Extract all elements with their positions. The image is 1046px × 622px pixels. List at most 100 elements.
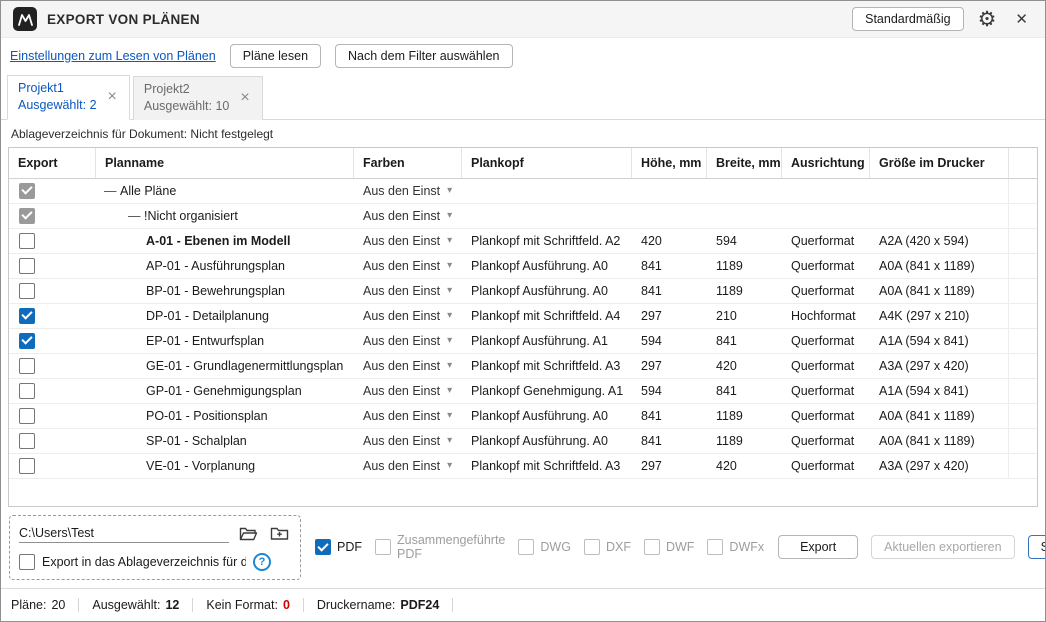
chevron-down-icon: ▾ (447, 410, 452, 421)
column-header[interactable]: Breite, mm (707, 148, 782, 178)
tree-collapse-icon[interactable]: — (104, 184, 120, 198)
export-checkbox[interactable] (19, 358, 35, 374)
export-checkbox[interactable] (19, 458, 35, 474)
close-button[interactable]: Schließen (1028, 535, 1046, 559)
colors-dropdown[interactable]: Aus den Einst▾ (354, 329, 462, 353)
colors-dropdown[interactable]: Aus den Einst▾ (354, 279, 462, 303)
format-checkbox-zusammengef-hrte-pdf[interactable]: Zusammengeführte PDF (375, 533, 505, 561)
export-current-button[interactable]: Aktuellen exportieren (871, 535, 1014, 559)
export-checkbox[interactable] (19, 308, 35, 324)
status-bar: Pläne:20Ausgewählt:12Kein Format:0Drucke… (1, 588, 1045, 621)
tree-collapse-icon[interactable]: — (128, 209, 144, 223)
width-cell (707, 204, 782, 228)
column-header[interactable]: Planname (96, 148, 354, 178)
width-cell: 841 (707, 329, 782, 353)
default-settings-button[interactable]: Standardmäßig (852, 7, 963, 31)
format-checkbox-dwf[interactable]: DWF (644, 539, 694, 555)
checkbox-icon (707, 539, 723, 555)
plan-name-cell: GP-01 - Genehmigungsplan (96, 379, 354, 403)
export-checkbox[interactable] (19, 383, 35, 399)
colors-dropdown[interactable]: Aus den Einst▾ (354, 304, 462, 328)
read-settings-link[interactable]: Einstellungen zum Lesen von Plänen (10, 49, 216, 63)
table-row[interactable]: PO-01 - Positionsplan Aus den Einst▾Plank… (9, 404, 1037, 429)
height-cell (632, 204, 707, 228)
app-logo-icon (13, 7, 37, 31)
new-folder-icon[interactable] (268, 524, 291, 544)
column-header[interactable]: Höhe, mm (632, 148, 707, 178)
table-row[interactable]: BP-01 - BewehrungsplanAus den Einst▾Plan… (9, 279, 1037, 304)
colors-dropdown[interactable]: Aus den Einst▾ (354, 354, 462, 378)
close-window-icon[interactable]: ✕ (1010, 8, 1033, 30)
table-row[interactable]: GP-01 - GenehmigungsplanAus den Einst▾Pl… (9, 379, 1037, 404)
table-row[interactable]: VE-01 - VorplanungAus den Einst▾Plankopf… (9, 454, 1037, 479)
width-cell (707, 179, 782, 203)
format-checkbox-dwfx[interactable]: DWFx (707, 539, 764, 555)
export-checkbox[interactable] (19, 433, 35, 449)
colors-dropdown[interactable]: Aus den Einst▾ (354, 404, 462, 428)
export-checkbox[interactable] (19, 233, 35, 249)
colors-value: Aus den Einst (363, 184, 440, 198)
table-row[interactable]: AP-01 - AusführungsplanAus den Einst▾Pla… (9, 254, 1037, 279)
column-header[interactable]: Export (9, 148, 96, 178)
plan-name: Alle Pläne (120, 184, 176, 198)
tab-title: Projekt2 (144, 81, 229, 98)
table-row[interactable]: —Alle Pläne Aus den Einst▾ (9, 179, 1037, 204)
format-checkbox-dxf[interactable]: DXF (584, 539, 631, 555)
column-header[interactable]: Farben (354, 148, 462, 178)
export-checkbox[interactable] (19, 333, 35, 349)
format-checkbox-pdf[interactable]: PDF (315, 539, 362, 555)
colors-dropdown[interactable]: Aus den Einst▾ (354, 254, 462, 278)
tab-strip: Projekt1Ausgewählt: 2×Projekt2Ausgewählt… (1, 75, 1045, 120)
height-cell: 841 (632, 254, 707, 278)
format-label: DXF (606, 540, 631, 554)
printer-size-cell: A4K (297 x 210) (870, 304, 1009, 328)
gear-icon[interactable]: ⚙ (978, 9, 997, 30)
colors-dropdown[interactable]: Aus den Einst▾ (354, 379, 462, 403)
column-header[interactable]: Ausrichtung (782, 148, 870, 178)
printer-size-cell: A1A (594 x 841) (870, 379, 1009, 403)
format-checkbox-dwg[interactable]: DWG (518, 539, 571, 555)
export-to-doc-checkbox[interactable] (19, 554, 35, 570)
plan-name: VE-01 - Vorplanung (146, 459, 255, 473)
plankopf-cell: Plankopf Ausführung. A0 (462, 429, 632, 453)
plankopf-cell: Plankopf Ausführung. A0 (462, 404, 632, 428)
table-row[interactable]: A-01 - Ebenen im ModellAus den Einst▾Pla… (9, 229, 1037, 254)
export-checkbox[interactable] (19, 208, 35, 224)
help-icon[interactable]: ? (253, 553, 271, 571)
tab-close-icon[interactable]: × (106, 89, 119, 105)
tab-close-icon[interactable]: × (238, 90, 251, 106)
colors-dropdown[interactable]: Aus den Einst▾ (354, 229, 462, 253)
table-row[interactable]: SP-01 - SchalplanAus den Einst▾Plankopf … (9, 429, 1037, 454)
status-item: Pläne:20 (11, 598, 79, 612)
width-cell: 594 (707, 229, 782, 253)
open-folder-icon[interactable] (237, 524, 260, 544)
column-header[interactable]: Plankopf (462, 148, 632, 178)
export-checkbox[interactable] (19, 283, 35, 299)
colors-dropdown[interactable]: Aus den Einst▾ (354, 179, 462, 203)
output-path-input[interactable] (19, 524, 229, 543)
select-by-filter-button[interactable]: Nach dem Filter auswählen (335, 44, 512, 68)
export-checkbox[interactable] (19, 408, 35, 424)
plan-name: A-01 - Ebenen im Modell (146, 234, 290, 248)
export-checkbox[interactable] (19, 183, 35, 199)
table-row[interactable]: DP-01 - DetailplanungAus den Einst▾Plank… (9, 304, 1037, 329)
tab-projekt2[interactable]: Projekt2Ausgewählt: 10× (133, 76, 263, 120)
colors-dropdown[interactable]: Aus den Einst▾ (354, 454, 462, 478)
read-plans-button[interactable]: Pläne lesen (230, 44, 321, 68)
export-cell (9, 179, 96, 203)
plankopf-cell: Plankopf mit Schriftfeld. A3 (462, 354, 632, 378)
table-row[interactable]: GE-01 - GrundlagenermittlungsplanAus den… (9, 354, 1037, 379)
export-button[interactable]: Export (778, 535, 858, 559)
table-row[interactable]: EP-01 - EntwurfsplanAus den Einst▾Planko… (9, 329, 1037, 354)
export-checkbox[interactable] (19, 258, 35, 274)
colors-dropdown[interactable]: Aus den Einst▾ (354, 429, 462, 453)
tab-projekt1[interactable]: Projekt1Ausgewählt: 2× (7, 75, 130, 120)
plan-name-cell: AP-01 - Ausführungsplan (96, 254, 354, 278)
table-row[interactable]: —!Nicht organisiertAus den Einst▾ (9, 204, 1037, 229)
colors-dropdown[interactable]: Aus den Einst▾ (354, 204, 462, 228)
column-header[interactable]: Größe im Drucker (870, 148, 1009, 178)
height-cell: 297 (632, 454, 707, 478)
plan-name: PO-01 - Positionsplan (146, 409, 268, 423)
status-label: Kein Format: (206, 598, 278, 612)
orientation-cell: Querformat (782, 379, 870, 403)
